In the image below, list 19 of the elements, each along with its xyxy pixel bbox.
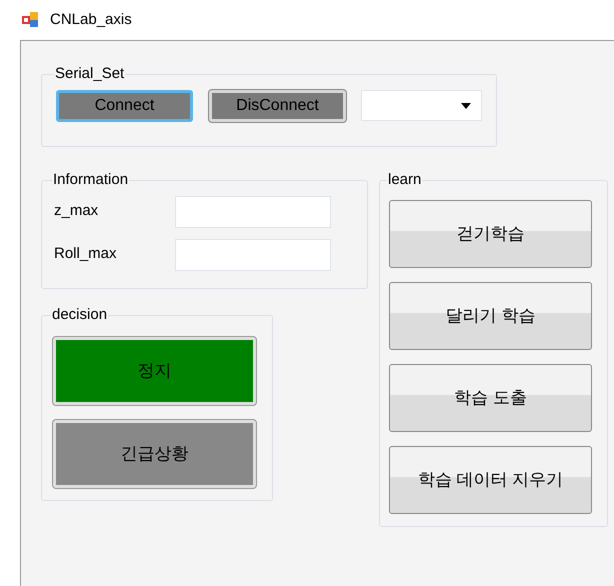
group-title: learn xyxy=(387,170,422,190)
group-title: Information xyxy=(52,170,130,190)
field-label: Roll_max xyxy=(54,244,118,264)
decision-button[interactable]: 긴급상황 xyxy=(53,420,256,488)
learn-button[interactable]: 학습 데이터 지우기 xyxy=(389,446,592,514)
window-title: CNLab_axis xyxy=(50,10,132,30)
port-dropdown[interactable] xyxy=(361,90,482,121)
dropdown-arrow-icon xyxy=(461,102,471,108)
decision-button[interactable]: 정지 xyxy=(53,336,256,404)
input-field[interactable] xyxy=(175,196,331,228)
learn-button[interactable]: 걷기학습 xyxy=(389,200,592,268)
group-title: Serial_Set xyxy=(54,64,126,84)
learn-button[interactable]: 학습 도출 xyxy=(389,364,592,432)
group-title: decision xyxy=(51,305,108,325)
serial-button[interactable]: Connect xyxy=(56,90,193,122)
serial-button[interactable]: DisConnect xyxy=(209,90,346,122)
input-field[interactable] xyxy=(175,238,331,270)
learn-button[interactable]: 달리기 학습 xyxy=(389,282,592,350)
field-label: z_max xyxy=(54,201,100,222)
